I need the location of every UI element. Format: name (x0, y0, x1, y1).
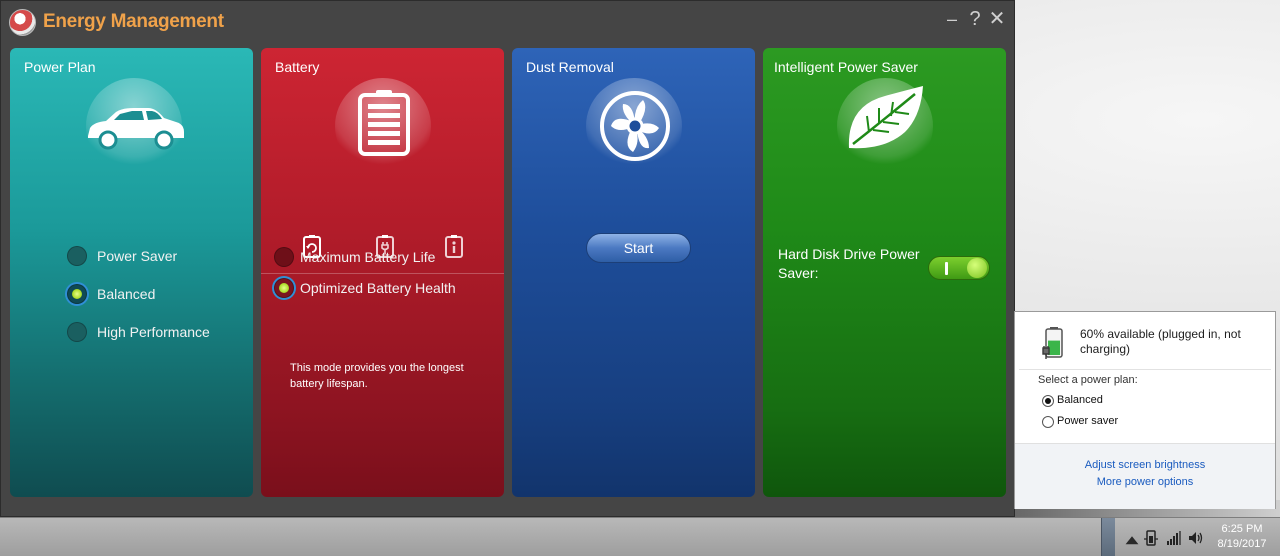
help-button[interactable]: ? (964, 7, 986, 31)
option-label: Optimized Battery Health (300, 280, 456, 296)
radio-optimized-battery-health[interactable] (274, 278, 294, 298)
title-bar: Energy Management – ? ✕ (1, 1, 1014, 43)
power-plan-label: Select a power plan: (1038, 374, 1138, 386)
power-plan-panel: Power Plan Power Saver Balanced High Per… (10, 48, 253, 497)
option-label: Maximum Battery Life (300, 249, 436, 265)
flyout-links-area: Adjust screen brightness More power opti… (1015, 443, 1275, 509)
system-clock[interactable]: 6:25 PM 8/19/2017 (1212, 522, 1272, 552)
battery-info-icon[interactable] (443, 234, 465, 258)
volume-icon[interactable] (1188, 530, 1204, 546)
clock-date: 8/19/2017 (1217, 538, 1267, 550)
plan-option-label: Power saver (1057, 415, 1119, 427)
energy-management-window: Energy Management – ? ✕ Power Plan Power… (0, 0, 1015, 517)
toggle-knob (967, 258, 987, 278)
option-label: Balanced (97, 286, 156, 302)
taskbar-button[interactable] (1101, 518, 1115, 556)
battery-plugged-icon (1042, 327, 1063, 359)
battery-panel: Battery Maximum Battery Life Optimized B… (261, 48, 504, 497)
hdd-power-saver-toggle[interactable] (928, 256, 990, 280)
minimize-button[interactable]: – (941, 7, 963, 31)
more-power-options-link[interactable]: More power options (1015, 476, 1275, 488)
battery-icon (358, 90, 410, 156)
show-hidden-icons-icon[interactable] (1124, 533, 1140, 549)
divider (1019, 369, 1271, 370)
signal-icon[interactable] (1166, 530, 1182, 546)
start-button[interactable]: Start (586, 233, 691, 263)
hdd-power-saver-label: Hard Disk Drive Power Saver: (778, 246, 920, 281)
adjust-brightness-link[interactable]: Adjust screen brightness (1015, 459, 1275, 471)
close-button[interactable]: ✕ (986, 7, 1008, 31)
panel-title: Power Plan (24, 59, 96, 75)
tab-divider (261, 273, 504, 274)
fan-icon (600, 91, 670, 161)
battery-tray-icon[interactable] (1143, 530, 1159, 546)
plan-option-label: Balanced (1057, 394, 1103, 406)
dust-removal-panel: Dust Removal Start (512, 48, 755, 497)
radio-power-saver[interactable] (1042, 416, 1054, 428)
panel-title: Intelligent Power Saver (774, 59, 918, 75)
option-label: Power Saver (97, 248, 178, 264)
option-label: High Performance (97, 324, 210, 340)
leaf-icon (848, 86, 923, 149)
clock-time: 6:25 PM (1221, 523, 1263, 535)
intelligent-power-saver-panel: Intelligent Power Saver Hard Disk Drive … (763, 48, 1006, 497)
panel-title: Dust Removal (526, 59, 614, 75)
battery-flyout: 60% available (plugged in, not charging)… (1014, 311, 1276, 509)
panel-title: Battery (275, 59, 320, 75)
radio-high-performance[interactable] (67, 322, 87, 342)
radio-balanced[interactable] (1042, 395, 1054, 407)
app-logo-icon (9, 9, 36, 36)
battery-status-text: 60% available (plugged in, not charging) (1080, 327, 1241, 356)
toggle-on-indicator (945, 262, 948, 275)
radio-maximum-battery-life[interactable] (274, 247, 294, 267)
mode-description: This mode provides you the longest batte… (290, 362, 464, 390)
taskbar: 6:25 PM 8/19/2017 (0, 517, 1280, 556)
car-icon (88, 108, 184, 150)
app-title: Energy Management (43, 11, 224, 32)
radio-power-saver[interactable] (67, 246, 87, 266)
radio-balanced[interactable] (67, 284, 87, 304)
